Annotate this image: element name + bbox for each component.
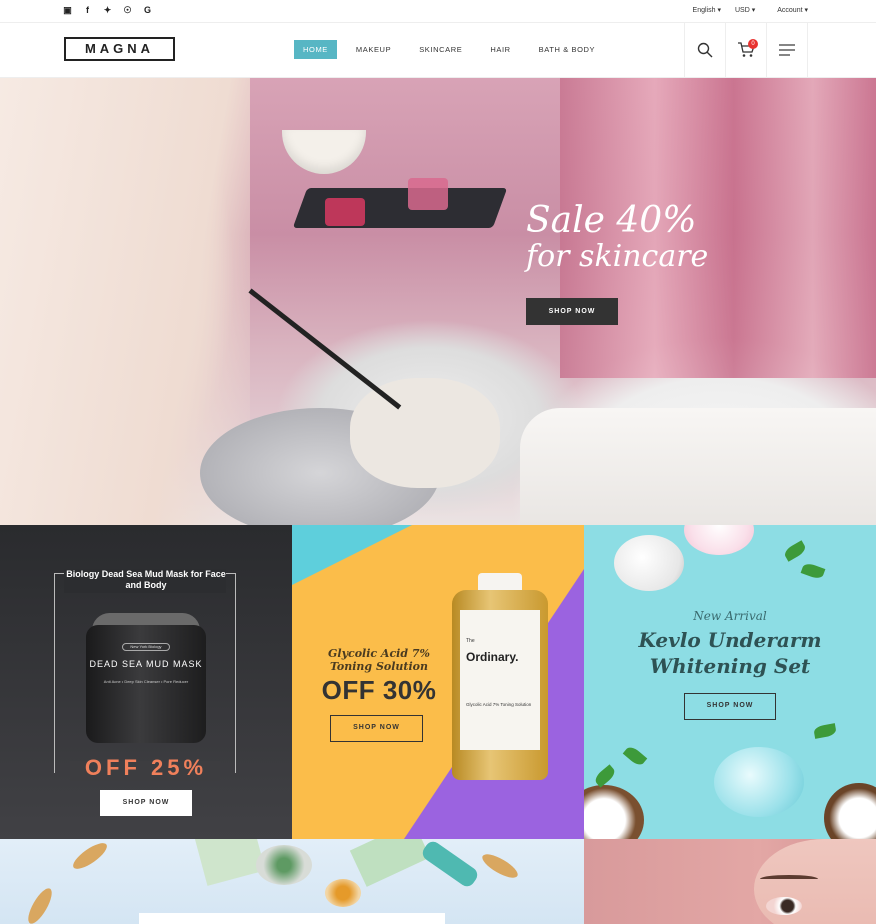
wooden-spoon-image xyxy=(23,885,57,924)
top-bar: ▣ f ✦ ☉ G English USD Account xyxy=(0,0,876,23)
hero-line-1: Sale 40% xyxy=(526,200,697,241)
bottle-brand: Ordinary. xyxy=(466,650,519,664)
leaf-decor xyxy=(782,540,808,562)
jar-label: DEAD SEA MUD MASK xyxy=(89,659,203,669)
cart-count-badge: 0 xyxy=(748,39,758,49)
promo-mud-mask-title: Biology Dead Sea Mud Mask for Face and B… xyxy=(66,569,226,590)
nav-hair[interactable]: HAIR xyxy=(481,40,519,59)
hero-image-candle xyxy=(408,178,448,210)
promo-kevlo-shop-button[interactable]: SHOP NOW xyxy=(684,693,776,720)
hero-shop-now-button[interactable]: SHOP NOW xyxy=(526,298,618,325)
main-nav: HOME MAKEUP SKINCARE HAIR BATH & BODY xyxy=(294,40,614,59)
banner-spa-products[interactable] xyxy=(0,839,584,924)
promo-mud-mask-shop-button[interactable]: SHOP NOW xyxy=(100,790,192,816)
promo-glycolic-subtitle: Glycolic Acid 7% Toning Solution xyxy=(328,647,430,673)
bottle-small-text: The xyxy=(466,638,475,644)
mask-bowl-image xyxy=(325,879,361,907)
hero-image-towel xyxy=(520,408,876,525)
bottle-label: The Ordinary. Glycolic Acid 7% Toning So… xyxy=(460,610,540,750)
hero-banner: Sale 40% for skincare SHOP NOW xyxy=(0,78,876,525)
menu-button[interactable] xyxy=(767,23,808,77)
facebook-icon[interactable]: f xyxy=(83,6,92,15)
top-right-menu: English USD Account xyxy=(693,6,808,14)
tube-image xyxy=(419,839,481,890)
promo-kevlo-title: Kevlo Underarm Whitening Set xyxy=(638,628,822,678)
pinterest-icon[interactable]: ☉ xyxy=(123,6,132,15)
decor-cloth xyxy=(349,839,431,887)
model-brow xyxy=(760,875,818,883)
account-dropdown[interactable]: Account xyxy=(777,6,808,14)
header-icons: 0 xyxy=(684,23,808,77)
mud-mask-jar: New York Biology DEAD SEA MUD MASK Anti … xyxy=(86,625,206,743)
hero-image-candle xyxy=(325,198,365,226)
wooden-spoon-image xyxy=(479,849,521,883)
bottle-description: Glycolic Acid 7% Toning Solution xyxy=(466,702,532,707)
pink-jar-image xyxy=(684,525,754,555)
nav-home[interactable]: HOME xyxy=(294,40,337,59)
cream-jar-image xyxy=(614,535,684,591)
cart-button[interactable]: 0 xyxy=(726,23,767,77)
main-header: MAGNA HOME MAKEUP SKINCARE HAIR BATH & B… xyxy=(0,23,876,78)
promo-glycolic-shop-button[interactable]: SHOP NOW xyxy=(330,715,423,742)
search-icon xyxy=(697,42,713,58)
hero-line-2: for skincare xyxy=(526,239,709,274)
promo-glycolic-offer: OFF 30% xyxy=(321,675,437,705)
promo-mud-mask-offer: OFF 25% xyxy=(84,755,208,780)
blue-jar-image xyxy=(714,747,804,817)
promo-glycolic-acid[interactable]: Glycolic Acid 7% Toning Solution OFF 30%… xyxy=(292,525,584,839)
banner-content-card xyxy=(139,913,445,924)
leaf-decor xyxy=(800,561,826,581)
banner-makeup-model[interactable] xyxy=(584,839,876,924)
hero-headline: Sale 40% for skincare xyxy=(526,203,708,275)
promo-kevlo-tag: New Arrival xyxy=(693,609,767,623)
succulent-bowl-image xyxy=(256,845,312,885)
instagram-icon[interactable]: ▣ xyxy=(63,6,72,15)
decor-cloth xyxy=(194,839,266,886)
coconut-image xyxy=(584,785,644,839)
jar-subtext: Anti Acne • Deep Skin Cleanser • Pore Re… xyxy=(103,679,189,684)
hamburger-menu-icon xyxy=(779,44,795,56)
leaf-decor xyxy=(813,723,837,739)
hero-image-face-mask xyxy=(350,378,500,488)
promo-kevlo-set[interactable]: New Arrival Kevlo Underarm Whitening Set… xyxy=(584,525,876,839)
decor-cyan-triangle xyxy=(292,525,412,585)
promo-mud-mask[interactable]: Biology Dead Sea Mud Mask for Face and B… xyxy=(0,525,292,839)
ordinary-bottle: The Ordinary. Glycolic Acid 7% Toning So… xyxy=(452,590,548,780)
jar-brand: New York Biology xyxy=(122,643,170,651)
hero-image-bowl xyxy=(282,130,366,174)
leaf-decor xyxy=(622,744,648,768)
language-dropdown[interactable]: English xyxy=(693,6,721,14)
coconut-image xyxy=(824,783,876,839)
nav-bath-body[interactable]: BATH & BODY xyxy=(530,40,604,59)
nav-makeup[interactable]: MAKEUP xyxy=(347,40,400,59)
google-icon[interactable]: G xyxy=(143,6,152,15)
nav-skincare[interactable]: SKINCARE xyxy=(410,40,471,59)
model-eye xyxy=(766,897,802,915)
wooden-spoon-image xyxy=(69,839,111,874)
search-button[interactable] xyxy=(685,23,726,77)
hero-image-brush xyxy=(248,288,402,410)
site-logo[interactable]: MAGNA xyxy=(64,37,175,61)
social-links: ▣ f ✦ ☉ G xyxy=(63,6,152,15)
twitter-icon[interactable]: ✦ xyxy=(103,6,112,15)
currency-dropdown[interactable]: USD xyxy=(735,6,755,14)
